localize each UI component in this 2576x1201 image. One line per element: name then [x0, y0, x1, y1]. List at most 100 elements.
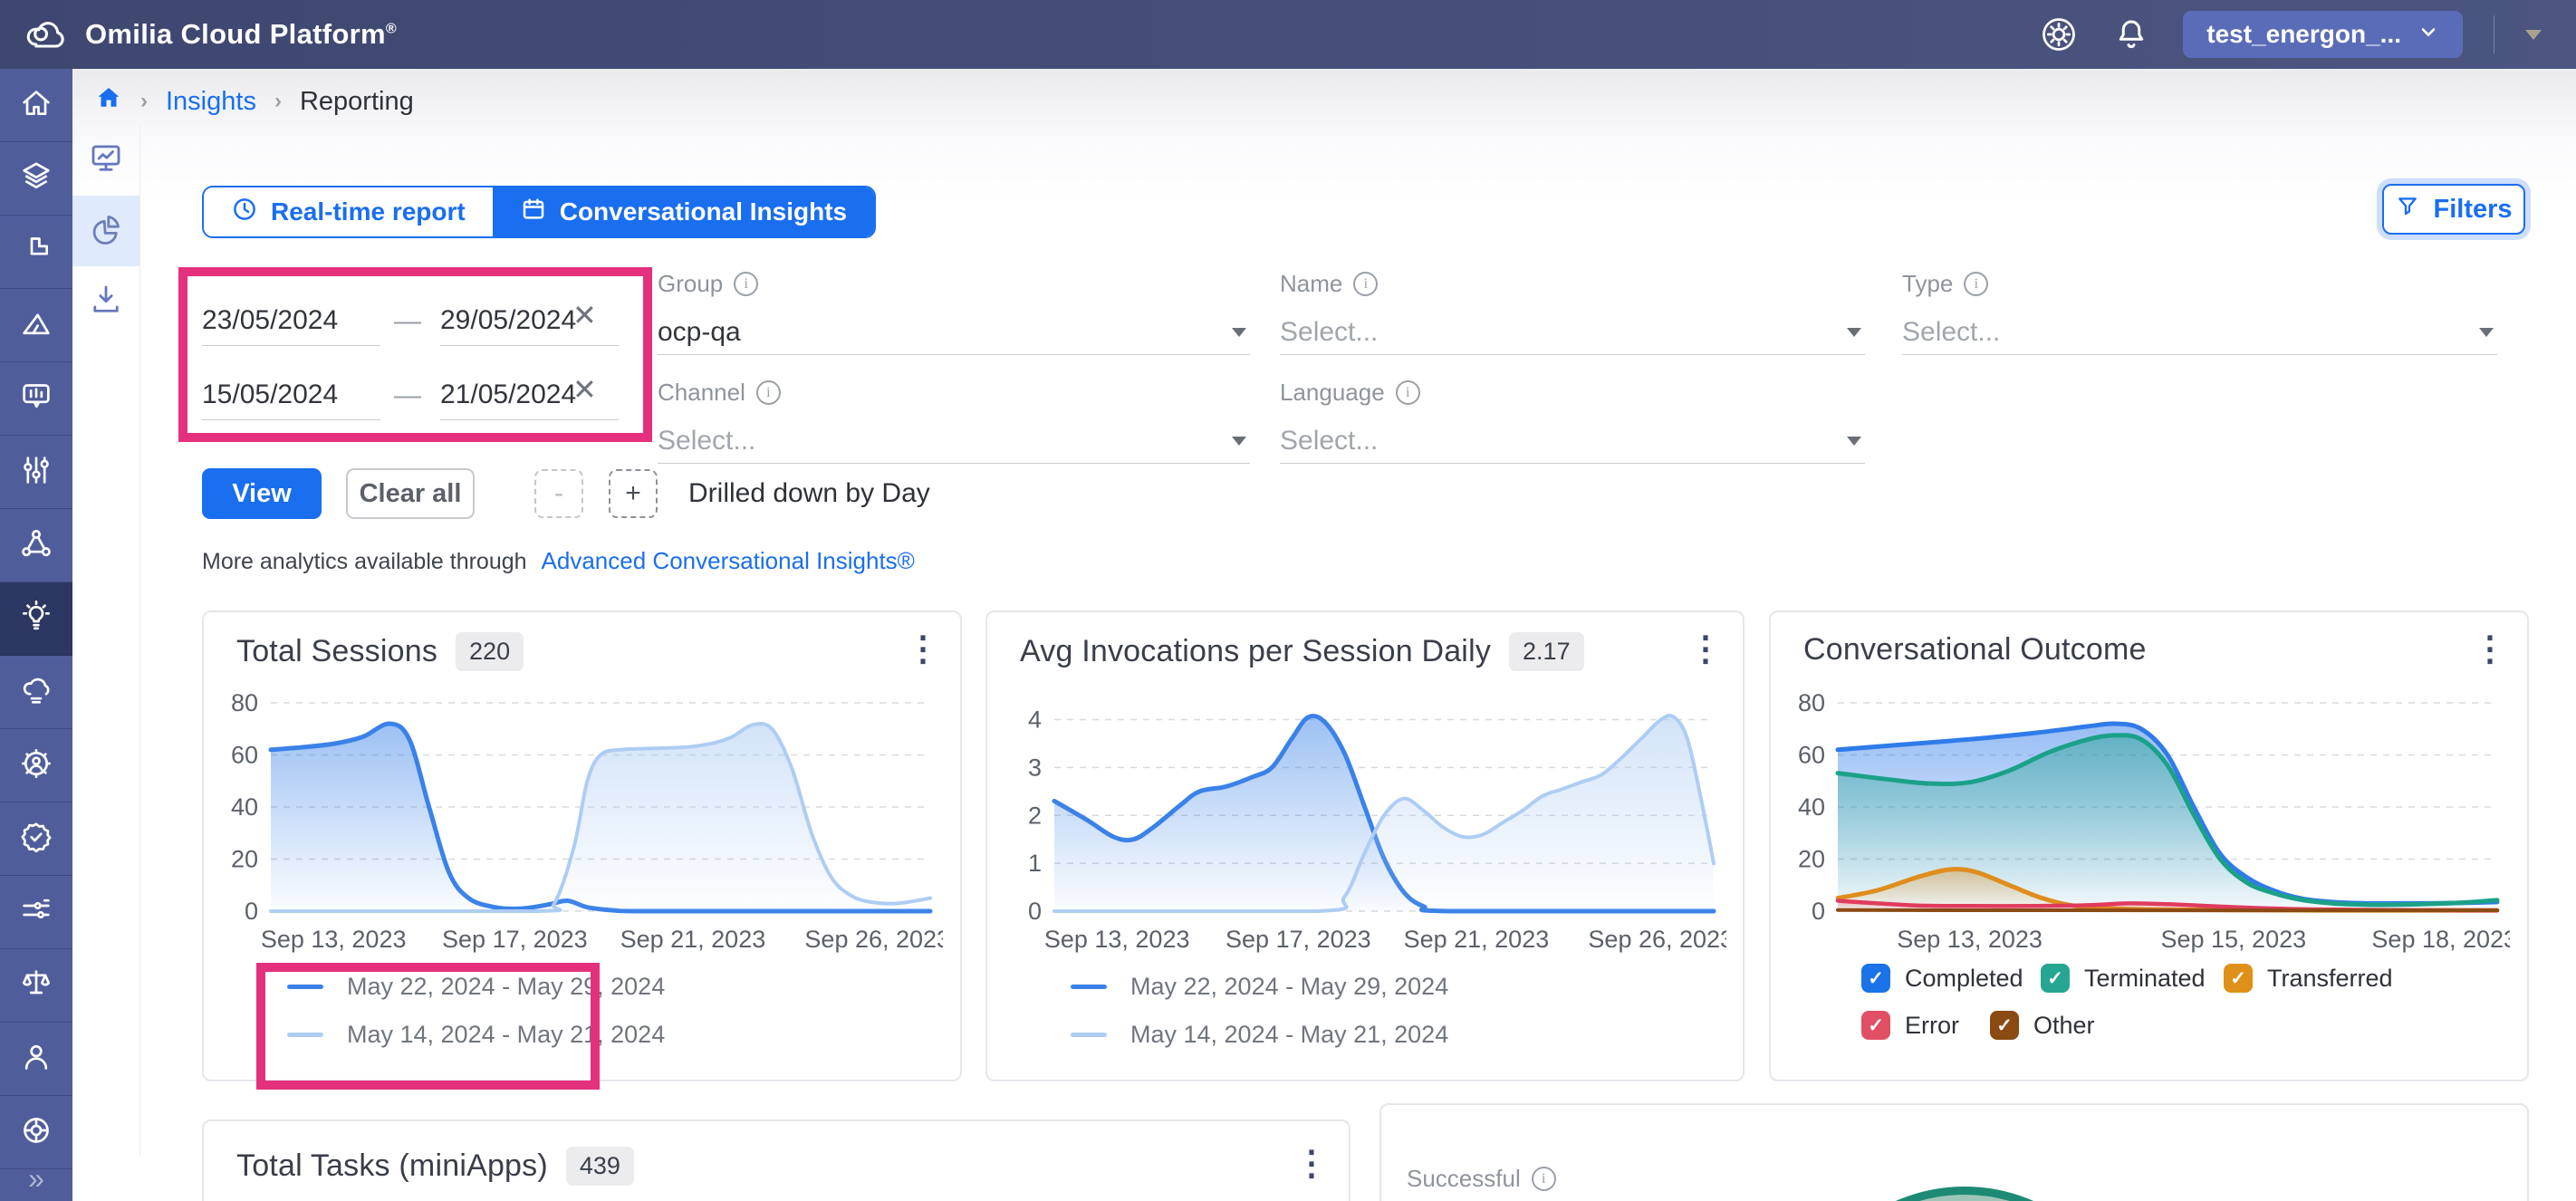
info-icon[interactable]: i	[1396, 380, 1420, 405]
sidebar-item-user-settings[interactable]	[0, 729, 72, 802]
group-field: Groupi ocp-qa	[658, 270, 1250, 355]
channel-select[interactable]: Select...	[658, 419, 1250, 464]
clear-date-range-1-icon[interactable]: ✕	[572, 301, 597, 330]
name-select[interactable]: Select...	[1280, 311, 1865, 355]
advanced-insights-link[interactable]: Advanced Conversational Insights®	[542, 547, 915, 575]
card-title: Total Tasks (miniApps)	[236, 1148, 548, 1184]
brand-title: Omilia Cloud Platform®	[85, 18, 397, 51]
sidebar-item-insights[interactable]	[0, 582, 72, 656]
legend-checkbox-error[interactable]: ✓Error	[1861, 1011, 1959, 1040]
sidebar-item-builder[interactable]	[0, 216, 72, 289]
legend-item[interactable]: May 14, 2024 - May 21, 2024	[287, 1021, 665, 1049]
sidebar-item-integrations[interactable]	[0, 876, 72, 949]
svg-text:40: 40	[231, 793, 258, 821]
legend-swatch	[1071, 1033, 1107, 1037]
checkbox-checked-icon[interactable]: ✓	[2224, 964, 2253, 993]
sidebar-item-deploy[interactable]	[0, 656, 72, 729]
svg-text:Sep 15, 2023: Sep 15, 2023	[2160, 926, 2306, 953]
clear-date-range-2-icon[interactable]: ✕	[572, 375, 597, 404]
date-from-input-1[interactable]: 23/05/2024	[202, 289, 380, 346]
settings-icon[interactable]	[2038, 14, 2080, 55]
legend-item[interactable]: May 22, 2024 - May 29, 2024	[287, 973, 665, 1001]
more-analytics-text: More analytics available through	[202, 549, 527, 575]
kebab-menu-icon[interactable]: ⋮	[906, 632, 940, 667]
sidebar-item-users[interactable]	[0, 1023, 72, 1096]
view-button[interactable]: View	[202, 468, 322, 519]
info-icon[interactable]: i	[1964, 272, 1988, 296]
legend-checkbox-transferred[interactable]: ✓Transferred	[2224, 964, 2393, 993]
legend-checkbox-other[interactable]: ✓Other	[1990, 1011, 2095, 1040]
info-icon[interactable]: i	[1353, 272, 1378, 296]
sidebar-item-dialogs[interactable]	[0, 362, 72, 436]
lightbulb-icon	[18, 599, 54, 639]
checkbox-checked-icon[interactable]: ✓	[2041, 964, 2070, 993]
sidebar-collapse-button[interactable]: »	[0, 1156, 72, 1201]
calendar-icon	[520, 196, 547, 229]
sidebar-item-home[interactable]	[0, 69, 72, 142]
language-select[interactable]: Select...	[1280, 419, 1865, 464]
sidebar-item-measure[interactable]	[0, 289, 72, 362]
successful-gauge	[1793, 1187, 2136, 1201]
svg-text:Sep 21, 2023: Sep 21, 2023	[620, 926, 766, 953]
date-from-input-2[interactable]: 15/05/2024	[202, 363, 380, 420]
breadcrumb: › Insights › Reporting	[95, 84, 414, 119]
person-icon	[18, 1039, 54, 1080]
kebab-menu-icon[interactable]: ⋮	[1294, 1147, 1329, 1181]
legend-item[interactable]: May 14, 2024 - May 21, 2024	[1071, 1021, 1448, 1049]
legend-checkbox-completed[interactable]: ✓Completed	[1861, 964, 2023, 993]
checkbox-checked-icon[interactable]: ✓	[1861, 964, 1890, 993]
notifications-icon[interactable]	[2110, 14, 2152, 55]
caret-down-icon	[1847, 328, 1861, 337]
breadcrumb-separator: ›	[140, 89, 148, 114]
info-icon[interactable]: i	[734, 272, 758, 296]
svg-text:3: 3	[1028, 754, 1042, 781]
molecule-icon	[18, 525, 54, 566]
sidebar-item-quality[interactable]	[0, 802, 72, 876]
group-select[interactable]: ocp-qa	[658, 311, 1250, 355]
svg-text:Sep 26, 2023: Sep 26, 2023	[804, 926, 943, 953]
drill-down-label: Drilled down by Day	[688, 478, 930, 509]
svg-text:Sep 21, 2023: Sep 21, 2023	[1404, 926, 1550, 953]
dialog-monitor-icon	[18, 379, 54, 419]
svg-text:Sep 13, 2023: Sep 13, 2023	[1044, 926, 1190, 953]
gear-user-icon	[18, 745, 54, 786]
conversational-outcome-card: Conversational Outcome ⋮ 020406080Sep 13…	[1769, 610, 2529, 1081]
sidebar-item-tuning[interactable]	[0, 436, 72, 509]
account-switcher-button[interactable]: test_energon_...	[2183, 11, 2463, 58]
tasks-badge: 439	[566, 1147, 634, 1186]
tab-realtime-report[interactable]: Real-time report	[204, 187, 493, 236]
successful-gauge-card: Successfuli	[1379, 1103, 2529, 1201]
subnav-item-reporting[interactable]	[72, 196, 139, 266]
clear-all-button[interactable]: Clear all	[346, 468, 475, 519]
kebab-menu-icon[interactable]: ⋮	[1688, 632, 1723, 667]
svg-text:Sep 17, 2023: Sep 17, 2023	[442, 926, 588, 953]
name-field: Namei Select...	[1280, 270, 1865, 355]
type-select[interactable]: Select...	[1902, 311, 2497, 355]
sidebar-item-miniapps[interactable]	[0, 142, 72, 216]
legend-swatch	[287, 985, 323, 989]
legend-item[interactable]: May 22, 2024 - May 29, 2024	[1071, 973, 1448, 1001]
download-icon	[87, 281, 125, 323]
info-icon[interactable]: i	[1532, 1167, 1556, 1191]
subnav-item-export[interactable]	[72, 266, 139, 337]
sidebar-item-compliance[interactable]	[0, 949, 72, 1023]
info-icon[interactable]: i	[756, 380, 781, 405]
omilia-cloud-platform-app: Omilia Cloud Platform® test_energon_...	[0, 0, 2576, 1201]
checkbox-checked-icon[interactable]: ✓	[1861, 1011, 1890, 1040]
checkbox-checked-icon[interactable]: ✓	[1990, 1011, 2019, 1040]
caret-down-icon[interactable]	[2525, 30, 2542, 40]
tab-conversational-insights[interactable]: Conversational Insights	[493, 187, 874, 236]
subnav-item-dashboards[interactable]	[72, 125, 139, 196]
home-icon[interactable]	[95, 84, 122, 119]
card-title: Avg Invocations per Session Daily	[1020, 634, 1491, 669]
breadcrumb-insights[interactable]: Insights	[166, 87, 256, 117]
drill-minus-button[interactable]: -	[534, 469, 583, 518]
sidebar-item-orchestrator[interactable]	[0, 509, 72, 582]
cloud-upload-icon	[18, 672, 54, 713]
filters-button[interactable]: Filters	[2382, 184, 2525, 235]
drill-plus-button[interactable]: +	[609, 469, 658, 518]
legend-checkbox-terminated[interactable]: ✓Terminated	[2041, 964, 2206, 993]
avg-invocations-card: Avg Invocations per Session Daily 2.17 ⋮…	[985, 610, 1745, 1081]
svg-text:0: 0	[1028, 898, 1042, 925]
kebab-menu-icon[interactable]: ⋮	[2473, 632, 2507, 667]
